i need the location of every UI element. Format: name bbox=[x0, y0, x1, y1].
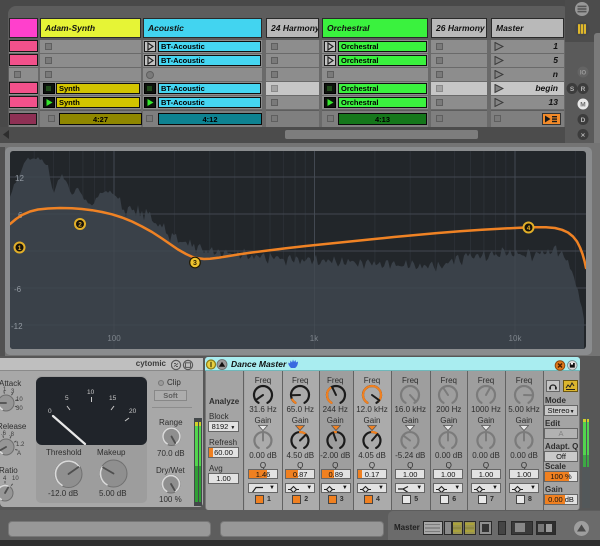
svg-text:1: 1 bbox=[18, 245, 22, 252]
svg-text:1k: 1k bbox=[310, 334, 319, 343]
svg-text:15: 15 bbox=[109, 395, 117, 402]
svg-text:10: 10 bbox=[12, 476, 19, 482]
svg-text:IO: IO bbox=[580, 71, 587, 77]
svg-text:10: 10 bbox=[16, 397, 23, 403]
svg-text:10: 10 bbox=[87, 389, 95, 396]
svg-text:1: 1 bbox=[3, 387, 7, 393]
svg-text:2: 2 bbox=[78, 222, 82, 229]
svg-text:4: 4 bbox=[527, 225, 531, 232]
svg-text:12: 12 bbox=[15, 174, 24, 183]
svg-text:-6: -6 bbox=[14, 285, 22, 294]
svg-text:.8: .8 bbox=[9, 432, 15, 438]
svg-text:20: 20 bbox=[129, 408, 137, 415]
svg-text:×: × bbox=[581, 131, 586, 140]
svg-text:3: 3 bbox=[11, 389, 15, 395]
svg-text:S: S bbox=[570, 86, 575, 93]
svg-text:5: 5 bbox=[65, 395, 69, 402]
svg-text:10k: 10k bbox=[509, 334, 523, 343]
svg-text:-12: -12 bbox=[11, 322, 23, 331]
svg-text:.6: .6 bbox=[1, 431, 7, 437]
svg-text:R: R bbox=[581, 86, 586, 93]
svg-text:M: M bbox=[580, 102, 585, 109]
svg-text:3: 3 bbox=[193, 260, 197, 267]
svg-text:30: 30 bbox=[16, 406, 23, 412]
svg-text:0: 0 bbox=[48, 408, 52, 415]
svg-text:4: 4 bbox=[3, 476, 7, 482]
svg-text:100: 100 bbox=[107, 334, 121, 343]
svg-text:A: A bbox=[17, 451, 21, 457]
svg-text:D: D bbox=[581, 117, 586, 124]
svg-text:1.2: 1.2 bbox=[16, 442, 25, 448]
